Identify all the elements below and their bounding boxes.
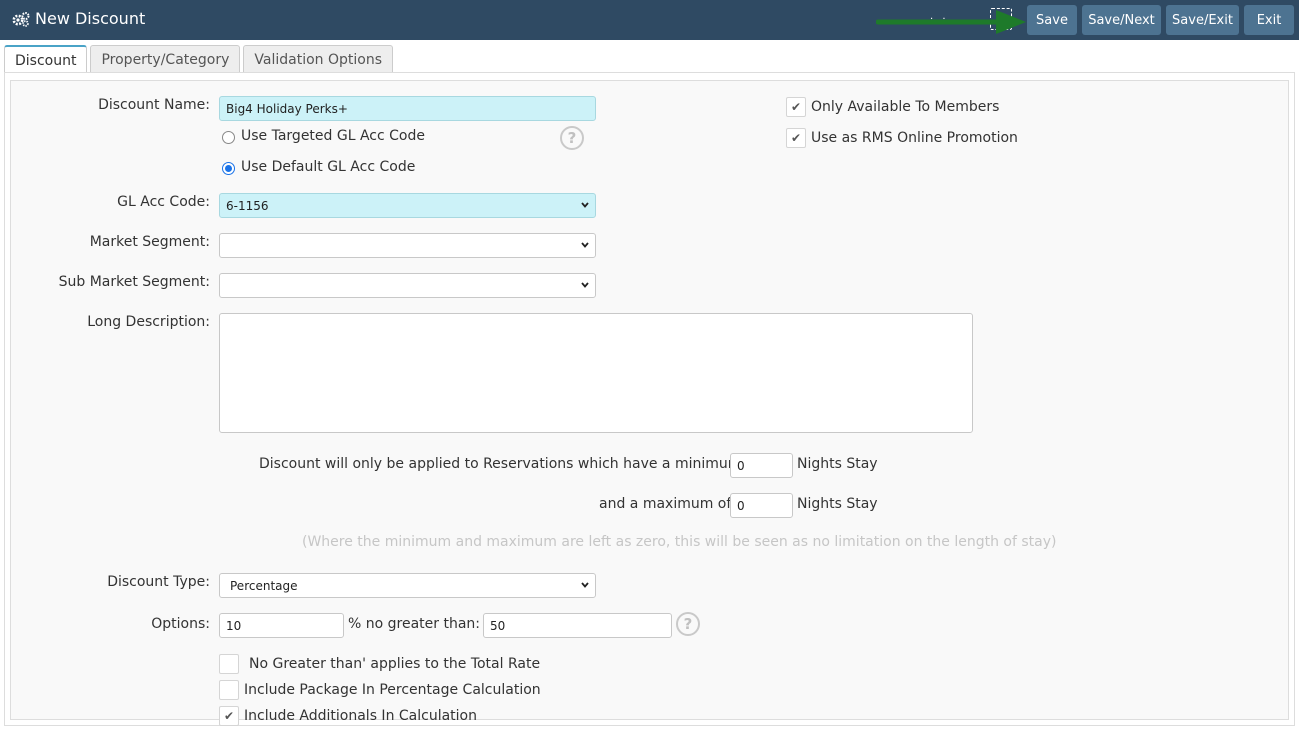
tab-bar: Discount Property/Category Validation Op… <box>4 45 393 74</box>
include-additionals-label: Include Additionals In Calculation <box>244 708 477 724</box>
no-greater-total-checkbox[interactable] <box>219 654 239 674</box>
discount-name-label: Discount Name: <box>98 97 210 113</box>
online-promo-label: Use as RMS Online Promotion <box>811 130 1018 146</box>
market-segment-label: Market Segment: <box>89 234 210 250</box>
min-nights-prefix: Discount will only be applied to Reserva… <box>259 456 760 472</box>
percent-input[interactable]: 10 <box>219 613 344 638</box>
long-description-textarea[interactable] <box>219 313 973 433</box>
include-additionals-checkbox[interactable]: ✔ <box>219 706 239 726</box>
chevron-down-icon <box>581 202 589 208</box>
max-amount-input[interactable]: 50 <box>483 613 672 638</box>
gl-acc-code-select[interactable]: 6-1156 <box>219 193 596 218</box>
discount-name-input[interactable]: Big4 Holiday Perks+ <box>219 96 596 121</box>
members-only-label: Only Available To Members <box>811 99 1000 115</box>
page-title-text: New Discount <box>35 9 146 28</box>
max-nights-prefix: and a maximum of <box>599 496 732 512</box>
sub-market-segment-select[interactable] <box>219 273 596 298</box>
min-nights-suffix: Nights Stay <box>797 456 878 472</box>
min-nights-input[interactable]: 0 <box>730 453 793 478</box>
max-nights-suffix: Nights Stay <box>797 496 878 512</box>
green-arrow-annotation <box>876 10 1026 34</box>
discount-type-value: Percentage <box>230 578 298 593</box>
discount-type-select[interactable]: Percentage <box>219 573 596 598</box>
chevron-down-icon <box>581 282 589 288</box>
discount-type-label: Discount Type: <box>107 574 210 590</box>
page-title: New Discount <box>12 9 145 28</box>
tab-property-category[interactable]: Property/Category <box>90 45 241 73</box>
market-segment-select[interactable] <box>219 233 596 258</box>
default-gl-label: Use Default GL Acc Code <box>241 159 416 175</box>
sub-market-segment-label: Sub Market Segment: <box>58 274 210 290</box>
no-greater-total-label: No Greater than' applies to the Total Ra… <box>249 656 541 672</box>
help-icon[interactable]: ? <box>560 126 584 150</box>
long-description-label: Long Description: <box>87 314 210 330</box>
include-package-label: Include Package In Percentage Calculatio… <box>244 682 541 698</box>
options-label: Options: <box>151 616 210 632</box>
default-gl-radio[interactable] <box>222 162 235 175</box>
tab-discount[interactable]: Discount <box>4 45 88 74</box>
chevron-down-icon <box>581 242 589 248</box>
nights-note: (Where the minimum and maximum are left … <box>302 534 1057 550</box>
save-exit-button[interactable]: Save/Exit <box>1166 5 1239 35</box>
max-nights-input[interactable]: 0 <box>730 493 793 518</box>
tab-validation-options[interactable]: Validation Options <box>243 45 393 73</box>
online-promo-checkbox[interactable]: ✔ <box>786 128 806 148</box>
chevron-down-icon <box>581 582 589 588</box>
options-middle-text: % no greater than: $ <box>348 616 494 632</box>
header-bar: New Discount · · Save Save/Next Save/Exi… <box>0 0 1299 40</box>
save-next-button[interactable]: Save/Next <box>1082 5 1161 35</box>
gl-acc-code-value: 6-1156 <box>226 198 269 213</box>
gl-acc-code-label: GL Acc Code: <box>117 194 210 210</box>
help-icon[interactable]: ? <box>676 612 700 636</box>
targeted-gl-radio[interactable] <box>222 131 235 144</box>
exit-button[interactable]: Exit <box>1244 5 1294 35</box>
include-package-checkbox[interactable] <box>219 680 239 700</box>
targeted-gl-label: Use Targeted GL Acc Code <box>241 128 425 144</box>
gears-icon <box>12 11 30 27</box>
save-button[interactable]: Save <box>1027 5 1077 35</box>
members-only-checkbox[interactable]: ✔ <box>786 97 806 117</box>
